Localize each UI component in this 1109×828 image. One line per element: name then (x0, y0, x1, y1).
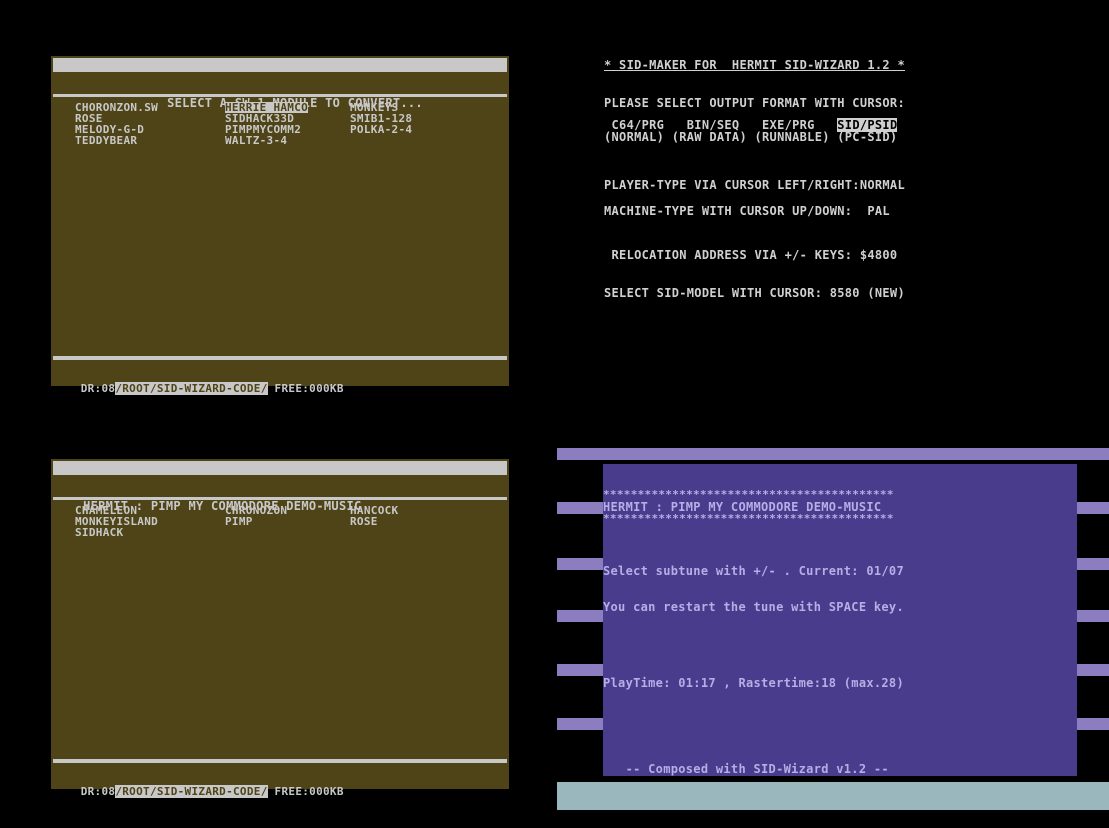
path-label: /ROOT/SID-WIZARD-CODE/ (115, 785, 268, 798)
file-item (350, 527, 475, 538)
browser-title: HERMIT : PIMP MY COMMODORE DEMO-MUSIC (53, 479, 507, 513)
file-item[interactable]: TEDDYBEAR (75, 135, 225, 146)
file-list: CHAMELEON CHRONOZON HANCOCK MONKEYISLAND… (75, 505, 475, 538)
restart-info: You can restart the tune with SPACE key. (603, 600, 904, 614)
playtime-info: PlayTime: 01:17 , Rastertime:18 (max.28) (603, 676, 904, 690)
file-item[interactable]: WALTZ-3-4 (225, 135, 350, 146)
file-item (225, 527, 350, 538)
raster-bar (1077, 558, 1109, 570)
file-item[interactable]: SIDHACK (75, 527, 225, 538)
raster-bar (1077, 664, 1109, 676)
raster-bar (557, 782, 1109, 810)
file-item (350, 135, 475, 146)
raster-bar (1077, 502, 1109, 514)
filename-bar[interactable]: FILENAME: HERRIE HAMCO (FILETYPE:*.SWM) (53, 58, 507, 85)
player-screen: ****************************************… (603, 464, 1077, 776)
raster-bar (557, 558, 603, 570)
raster-bar (1077, 610, 1109, 622)
browser-title: SELECT A SW 1 MODULE TO CONVERT... (53, 76, 507, 110)
player-type-setting[interactable]: PLAYER-TYPE VIA CURSOR LEFT/RIGHT:NORMAL (604, 178, 905, 192)
free-space-label: FREE:000KB (267, 382, 344, 395)
sid-maker-header: * SID-MAKER FOR HERMIT SID-WIZARD 1.2 * (604, 58, 905, 72)
status-separator (53, 759, 507, 763)
drive-label: DR:08 (80, 785, 116, 798)
raster-bar (557, 610, 603, 622)
composed-credit: -- Composed with SID-Wizard v1.2 -- (603, 762, 889, 776)
format-descriptions: (NORMAL) (RAW DATA) (RUNNABLE) (PC-SID) (604, 130, 898, 144)
file-list: CHORONZON.SW HERRIE HAMCO MONKEYS ROSE S… (75, 102, 475, 146)
file-item[interactable]: ROSE (350, 516, 475, 527)
raster-bar (557, 448, 1109, 460)
drive-label: DR:08 (80, 382, 116, 395)
status-bar: DR:08/ROOT/SID-WIZARD-CODE/ FREE:000KB (53, 368, 507, 395)
machine-type-setting[interactable]: MACHINE-TYPE WITH CURSOR UP/DOWN: PAL (604, 204, 890, 218)
sid-maker-panel: * SID-MAKER FOR HERMIT SID-WIZARD 1.2 * … (596, 52, 1086, 312)
status-separator (53, 356, 507, 360)
file-item[interactable]: PIMP (225, 516, 350, 527)
status-bar: DR:08/ROOT/SID-WIZARD-CODE/ FREE:000KB (53, 771, 507, 798)
stars-divider: ****************************************… (603, 488, 894, 501)
free-space-label: FREE:000KB (267, 785, 344, 798)
format-prompt: PLEASE SELECT OUTPUT FORMAT WITH CURSOR: (604, 96, 905, 110)
sid-player-panel: ****************************************… (557, 446, 1109, 828)
raster-bar (557, 502, 603, 514)
raster-bar (557, 664, 603, 676)
raster-bar (557, 718, 603, 730)
sid-model-setting[interactable]: SELECT SID-MODEL WITH CURSOR: 8580 (NEW) (604, 286, 905, 300)
sid-browser-panel: FILENAME: PIMPMYC2 (FILETYPE:*.SID) HERM… (51, 459, 509, 798)
subtune-info: Select subtune with +/- . Current: 01/07 (603, 564, 904, 578)
path-label: /ROOT/SID-WIZARD-CODE/ (115, 382, 268, 395)
file-item[interactable]: POLKA-2-4 (350, 124, 475, 135)
relocation-setting[interactable]: RELOCATION ADDRESS VIA +/- KEYS: $4800 (604, 248, 898, 262)
stars-divider: ****************************************… (603, 512, 894, 525)
raster-bar (1077, 718, 1109, 730)
filename-bar[interactable]: FILENAME: PIMPMYC2 (FILETYPE:*.SID) (53, 461, 507, 488)
module-browser-panel: FILENAME: HERRIE HAMCO (FILETYPE:*.SWM) … (51, 56, 509, 395)
